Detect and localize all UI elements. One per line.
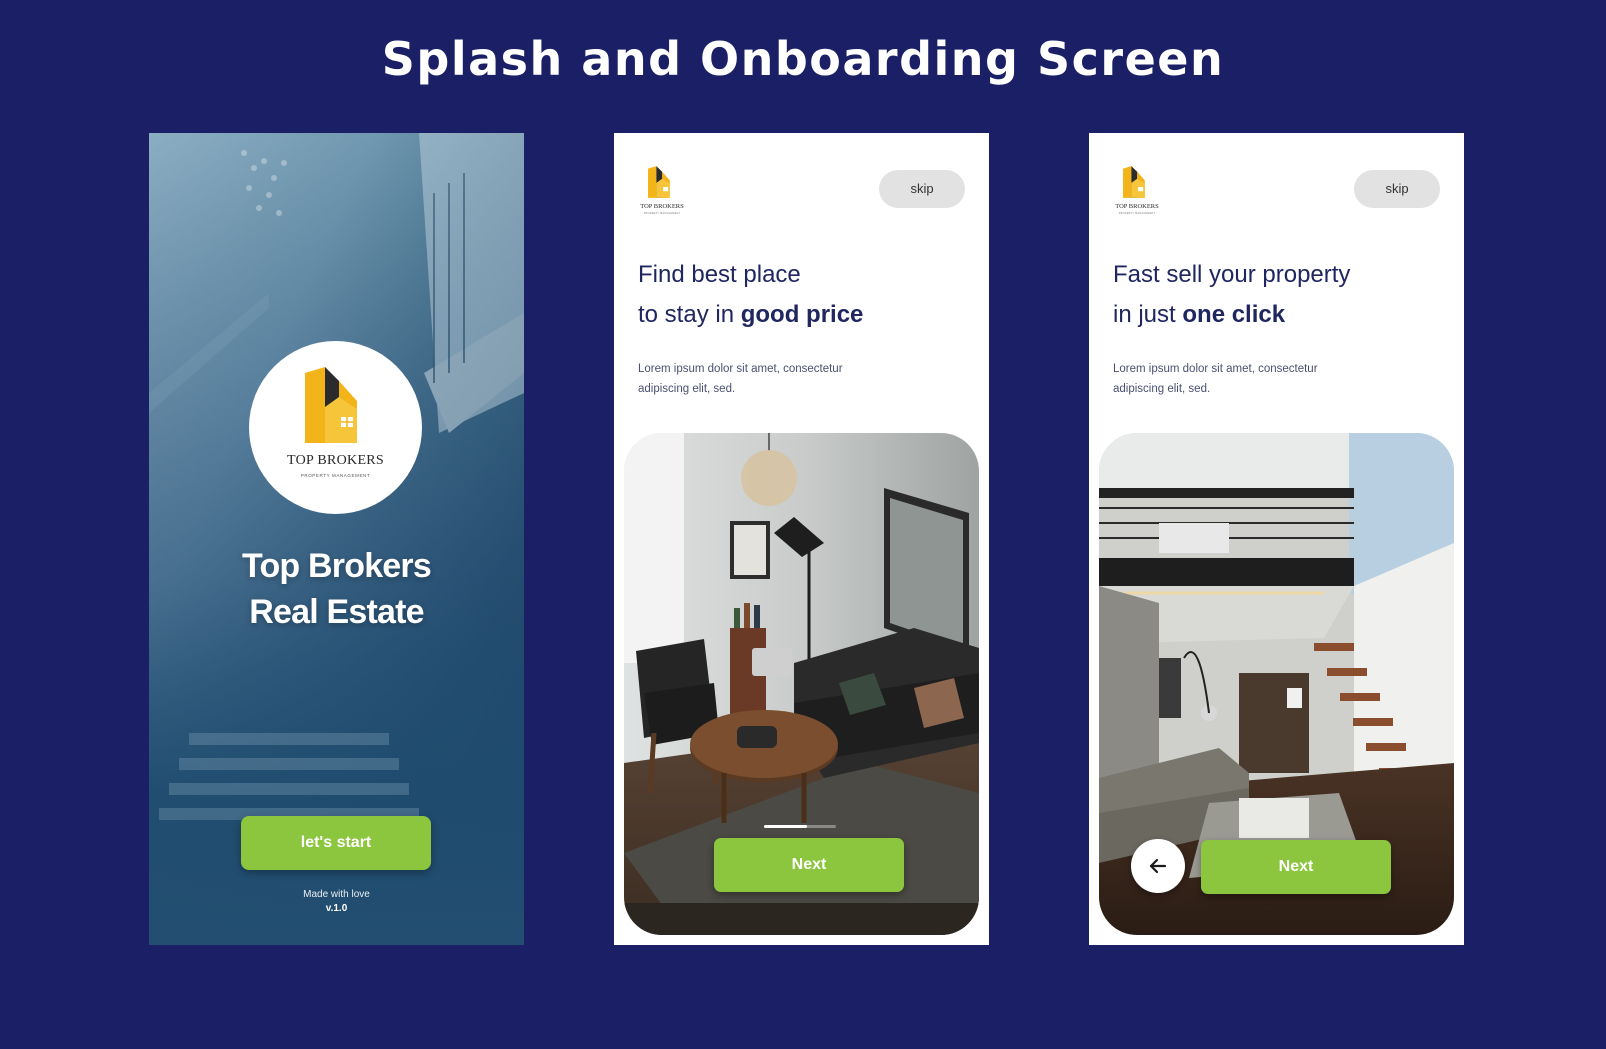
description-line2: adipiscing elit, sed. [638, 383, 736, 395]
onboarding-logo: TOP BROKERS PROPERTY MANAGEMENT [638, 165, 686, 215]
onboarding-progress-fill [764, 825, 808, 828]
made-with-love-text: Made with love [303, 889, 370, 900]
house-logo-icon [305, 367, 357, 443]
title-line1: Find best place [638, 261, 801, 288]
loft-interior-photo: Next [1099, 433, 1454, 935]
skip-button[interactable]: skip [1354, 170, 1440, 208]
page-title: Splash and Onboarding Screen [381, 32, 1225, 86]
description-line2: adipiscing elit, sed. [1113, 383, 1211, 395]
splash-heading-line1: Top Brokers [242, 547, 432, 585]
next-button[interactable]: Next [1201, 840, 1391, 894]
onboarding-logo: TOP BROKERS PROPERTY MANAGEMENT [1113, 165, 1161, 215]
onboarding-progress-bar [764, 825, 836, 828]
back-button[interactable] [1131, 839, 1185, 893]
splash-heading-line2: Real Estate [249, 593, 424, 631]
onboarding-description: Lorem ipsum dolor sit amet, consectetur … [1113, 359, 1373, 399]
title-line2-prefix: in just [1113, 301, 1183, 328]
onboarding-description: Lorem ipsum dolor sit amet, consectetur … [638, 359, 898, 399]
title-line2-prefix: to stay in [638, 301, 741, 328]
onboarding-screen-2: TOP BROKERS PROPERTY MANAGEMENT skip Fas… [1089, 133, 1464, 945]
logo-name: TOP BROKERS [640, 203, 684, 210]
logo-tagline: PROPERTY MANAGEMENT [300, 473, 371, 478]
title-highlight: one click [1182, 301, 1286, 328]
title-line2: to stay in good price [638, 295, 968, 335]
living-room-photo: Next [624, 433, 979, 935]
description-line1: Lorem ipsum dolor sit amet, consectetur [1113, 363, 1318, 375]
logo-tagline: PROPERTY MANAGEMENT [1118, 212, 1156, 215]
title-line1: Fast sell your property [1113, 261, 1351, 288]
splash-logo: TOP BROKERS PROPERTY MANAGEMENT [249, 341, 422, 514]
title-line2: in just one click [1113, 295, 1443, 335]
logo-name: TOP BROKERS [1115, 203, 1159, 210]
description-line1: Lorem ipsum dolor sit amet, consectetur [638, 363, 843, 375]
splash-screen: TOP BROKERS PROPERTY MANAGEMENT Top Brok… [149, 133, 524, 945]
title-highlight: good price [740, 301, 864, 328]
logo-name: TOP BROKERS [286, 453, 385, 468]
house-logo-icon [648, 166, 670, 198]
next-button[interactable]: Next [714, 838, 904, 892]
lets-start-button[interactable]: let's start [241, 816, 431, 870]
onboarding-screen-1: TOP BROKERS PROPERTY MANAGEMENT skip Fin… [614, 133, 989, 945]
onboarding-title: Find best place to stay in good price [638, 255, 968, 335]
house-logo-icon [1123, 166, 1145, 198]
logo-tagline: PROPERTY MANAGEMENT [643, 212, 681, 215]
version-text: v.1.0 [325, 903, 348, 914]
splash-heading: Top Brokers Real Estate [149, 543, 524, 635]
arrow-left-icon [1149, 858, 1167, 874]
skip-button[interactable]: skip [879, 170, 965, 208]
onboarding-title: Fast sell your property in just one clic… [1113, 255, 1443, 335]
